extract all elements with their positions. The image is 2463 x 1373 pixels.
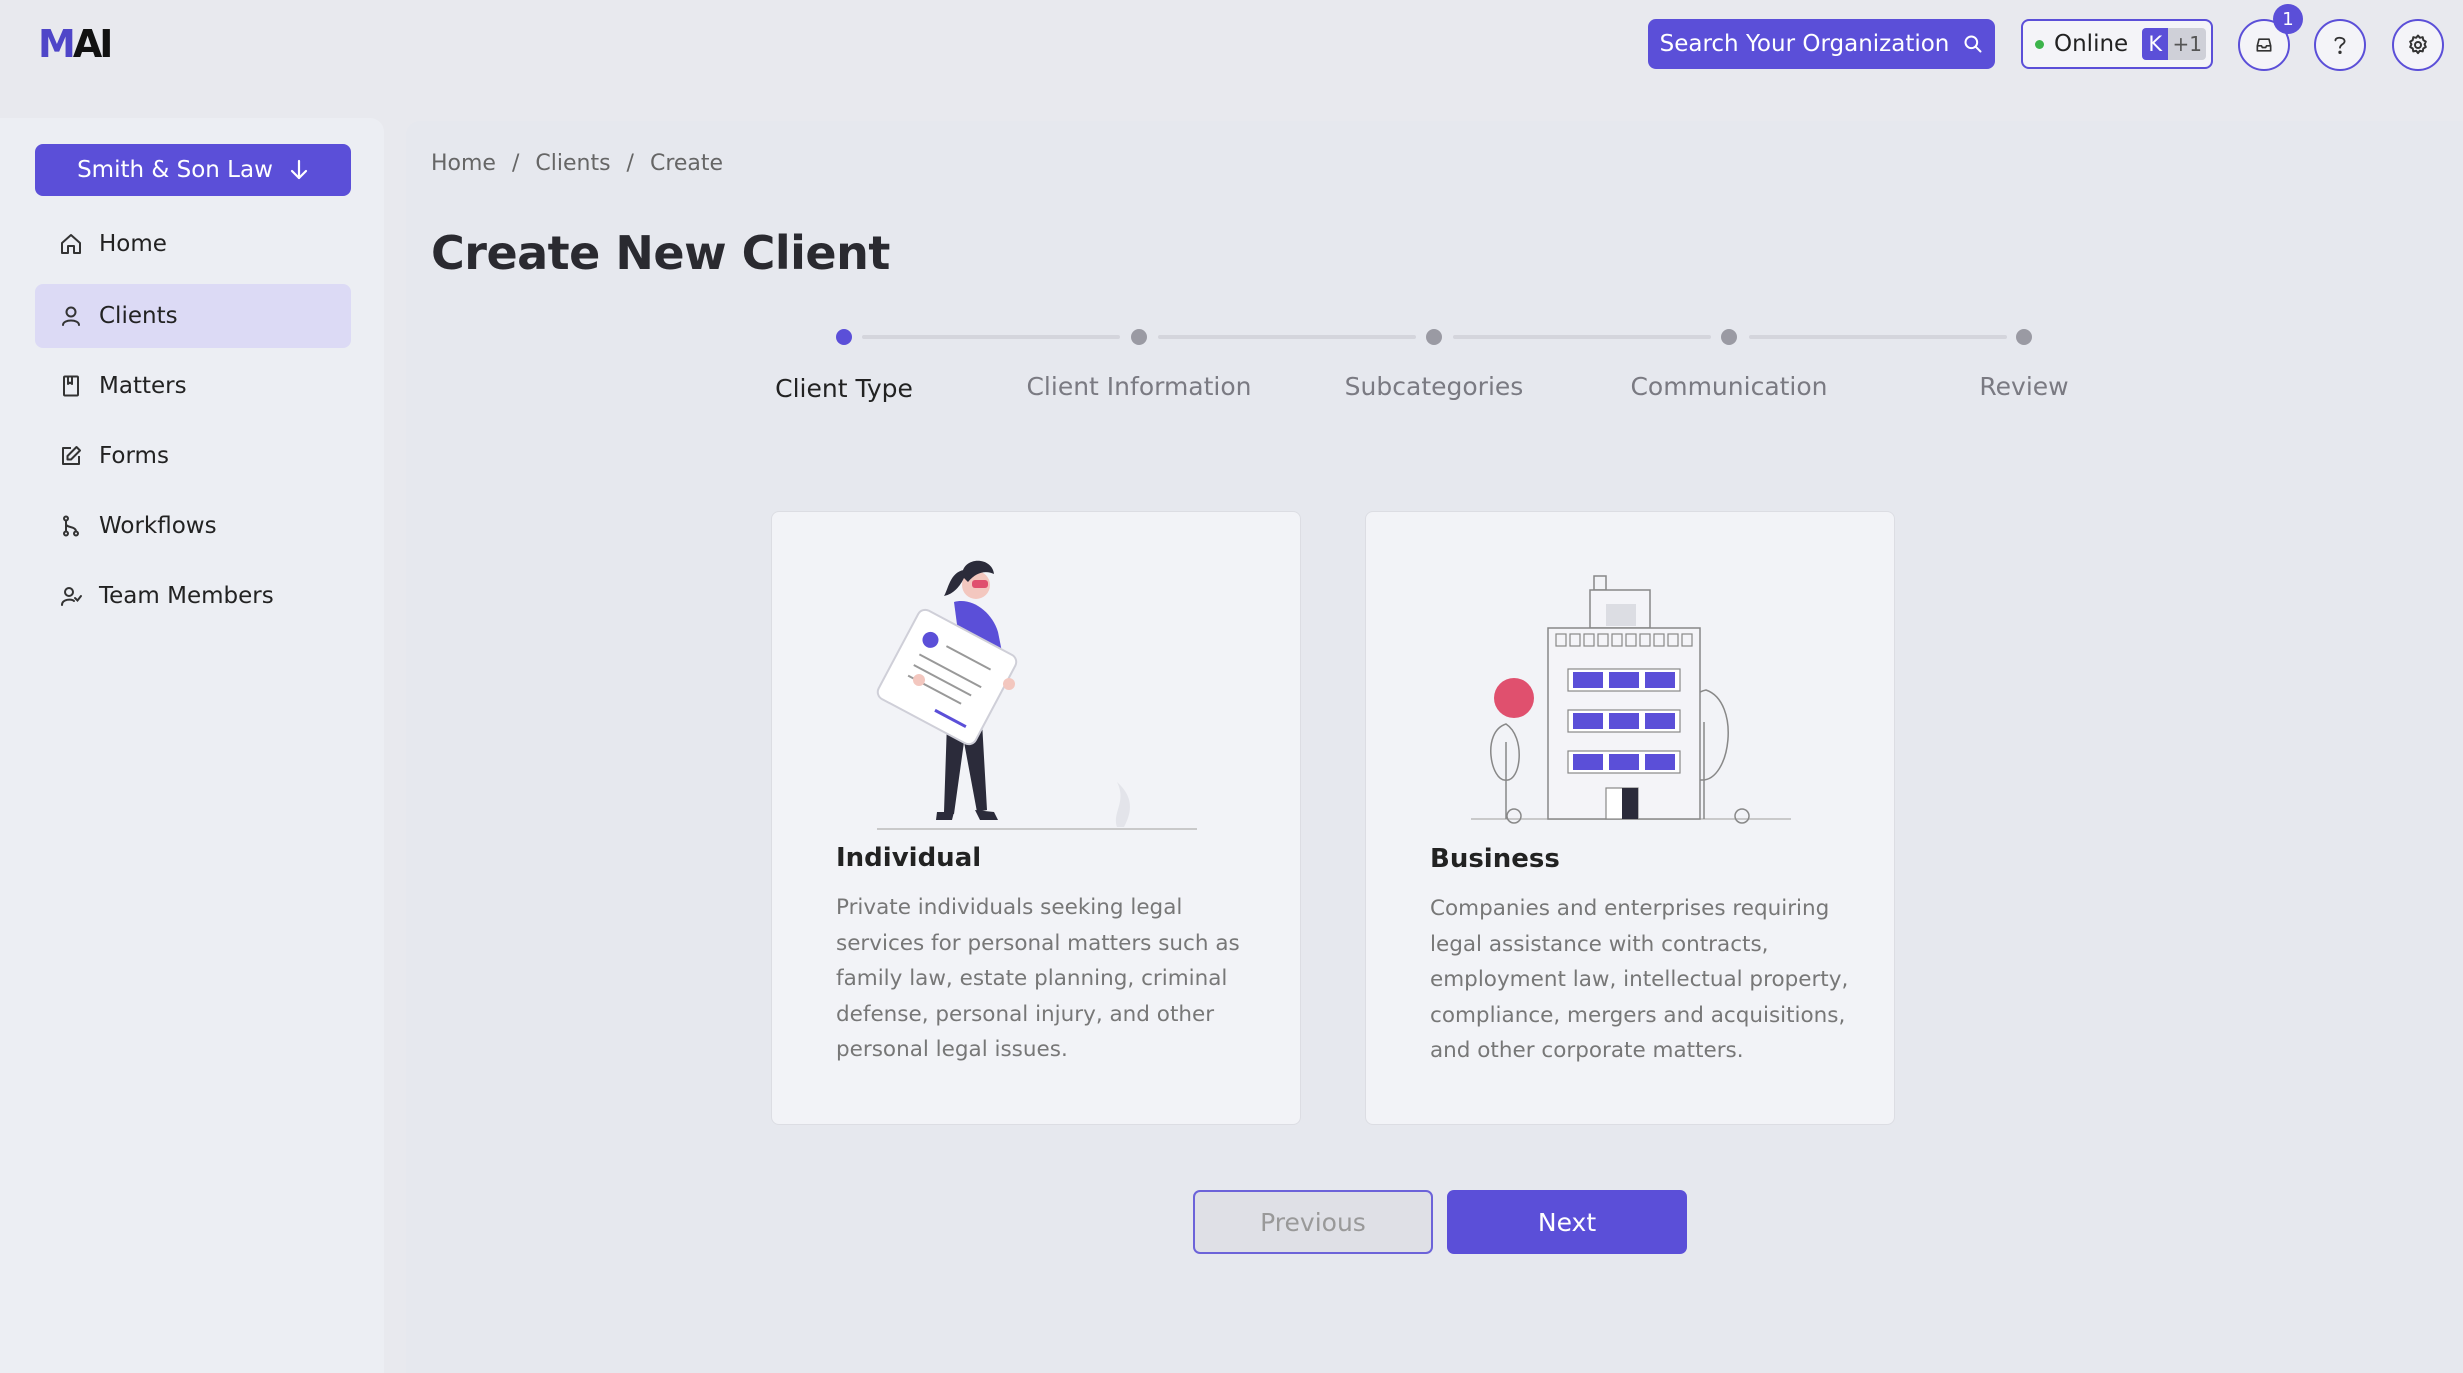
sidebar-item-workflows[interactable]: Workflows — [35, 494, 351, 558]
sidebar-item-team-members[interactable]: Team Members — [35, 564, 351, 628]
top-bar: MAI Search Your Organization Online K +1… — [0, 0, 2463, 94]
sidebar-item-label: Forms — [99, 443, 169, 469]
step-label-client-type[interactable]: Client Type — [775, 374, 913, 403]
card-description: Private individuals seeking legal servic… — [836, 895, 1240, 1062]
settings-button[interactable] — [2392, 19, 2444, 71]
client-type-card-individual[interactable]: Individual Private individuals seeking l… — [771, 511, 1301, 1125]
user-icon — [62, 306, 80, 326]
step-connector — [862, 335, 1120, 339]
step-label-subcategories[interactable]: Subcategories — [1345, 372, 1524, 401]
step-connector — [1453, 335, 1711, 339]
card-title: Individual — [836, 843, 982, 873]
status-label: Online — [2054, 31, 2129, 57]
logo[interactable]: MAI — [38, 22, 114, 66]
breadcrumb: Home / Clients / Create — [431, 151, 723, 176]
help-icon — [2334, 36, 2346, 54]
edit-icon — [62, 446, 81, 465]
step-dot-client-information[interactable] — [1131, 329, 1147, 345]
workflow-icon — [63, 515, 79, 537]
sidebar-item-label: Workflows — [99, 513, 217, 539]
gear-icon — [2409, 34, 2427, 55]
search-label: Search Your Organization — [1659, 31, 1950, 57]
book-icon — [63, 375, 79, 397]
step-label-communication[interactable]: Communication — [1630, 372, 1827, 401]
breadcrumb-clients[interactable]: Clients — [535, 151, 610, 176]
sidebar-item-label: Home — [99, 231, 167, 257]
breadcrumb-create: Create — [649, 151, 724, 176]
sidebar-item-home[interactable]: Home — [35, 212, 351, 276]
breadcrumb-separator: / — [626, 151, 634, 176]
breadcrumb-home[interactable]: Home — [431, 151, 496, 176]
sidebar-item-label: Matters — [99, 373, 187, 399]
page-title: Create New Client — [431, 226, 890, 280]
individual-illustration — [876, 560, 1197, 830]
logo-m: M — [38, 22, 76, 66]
notification-badge: 1 — [2273, 4, 2303, 34]
sidebar-item-matters[interactable]: Matters — [35, 354, 351, 418]
business-illustration — [1471, 575, 1791, 824]
sidebar-item-forms[interactable]: Forms — [35, 424, 351, 488]
step-dot-communication[interactable] — [1721, 329, 1737, 345]
client-type-card-business[interactable]: Business Companies and enterprises requi… — [1365, 511, 1895, 1125]
sidebar: Smith & Son Law Home Clients Matters For… — [0, 118, 384, 1373]
organization-selector-button[interactable]: Smith & Son Law — [35, 144, 351, 196]
avatar: K — [2142, 28, 2169, 60]
breadcrumb-separator: / — [511, 151, 520, 176]
step-dot-client-type[interactable] — [836, 329, 852, 345]
sidebar-item-label: Team Members — [99, 583, 274, 609]
team-icon — [61, 587, 82, 606]
arrow-down-icon — [290, 159, 308, 180]
help-button[interactable] — [2314, 19, 2366, 71]
online-dot-icon — [2035, 39, 2044, 49]
organization-label: Smith & Son Law — [77, 157, 273, 183]
card-description: Companies and enterprises requiring lega… — [1430, 896, 1849, 1063]
step-dot-subcategories[interactable] — [1426, 329, 1442, 345]
step-label-review[interactable]: Review — [1979, 372, 2068, 401]
inbox-icon — [2256, 38, 2272, 52]
step-label-client-information[interactable]: Client Information — [1026, 372, 1251, 401]
online-avatars: K +1 — [2142, 28, 2207, 60]
step-connector — [1749, 335, 2007, 339]
card-title: Business — [1430, 844, 1560, 874]
sidebar-item-label: Clients — [99, 303, 178, 329]
next-button[interactable]: Next — [1447, 1190, 1687, 1254]
main-content: Home / Clients / Create Create New Clien… — [406, 121, 2463, 1373]
step-connector — [1158, 335, 1416, 339]
online-status[interactable]: Online K +1 — [2021, 19, 2213, 69]
step-dot-review[interactable] — [2016, 329, 2032, 345]
avatar-more: +1 — [2168, 28, 2207, 60]
previous-button[interactable]: Previous — [1193, 1190, 1433, 1254]
home-icon — [61, 234, 81, 254]
sidebar-item-clients[interactable]: Clients — [35, 284, 351, 348]
search-icon — [1964, 35, 1982, 53]
logo-ai: AI — [72, 22, 114, 66]
search-organization-button[interactable]: Search Your Organization — [1648, 19, 1995, 69]
